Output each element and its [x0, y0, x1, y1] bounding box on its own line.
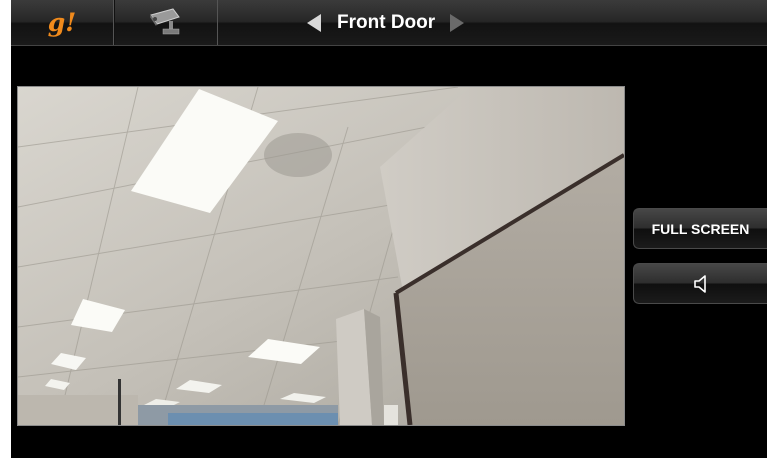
camera-feed[interactable] — [17, 86, 625, 426]
full-screen-label: FULL SCREEN — [651, 220, 750, 237]
triangle-left-icon[interactable] — [307, 13, 321, 32]
camera-navigator: Front Door — [307, 0, 465, 45]
app-screen: g! Front Door FULL SCREEN — [11, 0, 767, 458]
speaker-icon — [693, 274, 706, 293]
top-bar: g! Front Door — [11, 0, 767, 46]
camera-name: Front Door — [337, 11, 436, 33]
camera-feed-image — [18, 87, 624, 425]
cameras-button[interactable] — [114, 0, 218, 45]
brand-logo: g! — [47, 8, 77, 37]
home-button[interactable]: g! — [11, 0, 114, 45]
full-screen-button[interactable]: FULL SCREEN — [633, 208, 767, 249]
triangle-right-icon[interactable] — [450, 13, 465, 32]
audio-button[interactable] — [633, 263, 767, 304]
security-camera-icon — [150, 7, 180, 34]
